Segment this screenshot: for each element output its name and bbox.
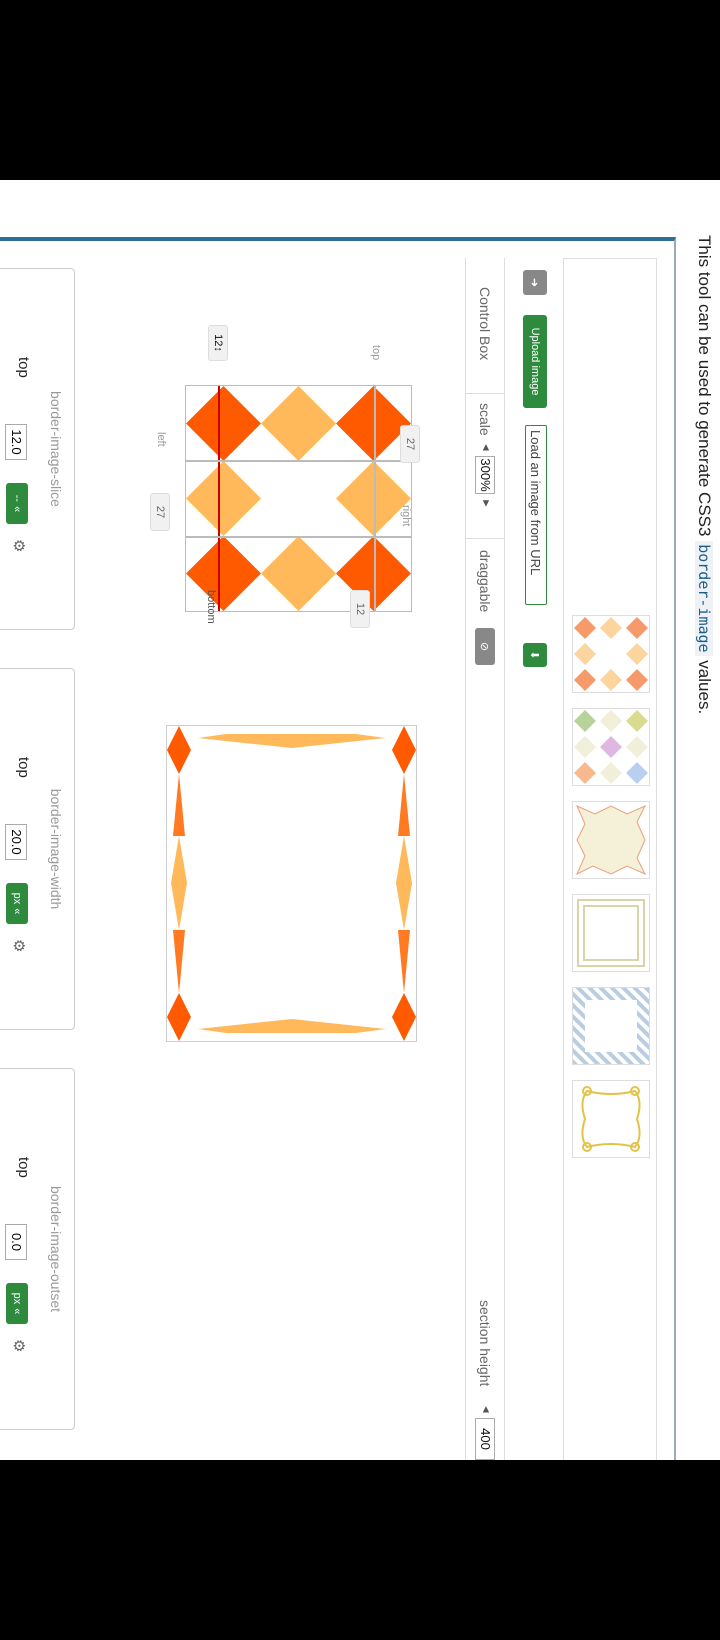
width-top-input[interactable]: 20.0 [5,824,27,860]
upload-image-label: Upload image [529,327,541,396]
input-value: 12.0 [9,429,24,455]
rotated-page: This tool can be used to generate CSS3 b… [0,180,720,1460]
input-value: 0.0 [9,1232,24,1252]
control-box-title: Control Box [477,287,493,361]
slice-right-value: 27 [154,505,166,519]
thumbnail-gold-ornate-frame[interactable] [572,1080,650,1158]
gear-icon[interactable]: ⚙ [10,1339,28,1352]
thumbnail-orange-diamonds[interactable] [572,615,650,693]
input-value: 20.0 [9,829,24,855]
scale-input[interactable]: 300% [475,456,495,494]
slice-bottom-value: 12 [212,334,224,347]
slice-line-bottom[interactable] [218,386,220,611]
unit-button[interactable]: px « [6,1283,28,1324]
slice-top-label: top [370,345,382,361]
slice-left-value: 27 [404,437,416,451]
panel-title: border-image-outset [48,1185,64,1313]
section-height-decrease-icon[interactable]: ▲ [481,1403,492,1415]
section-height-input[interactable]: 400 [475,1418,495,1460]
unit-label: px [11,892,23,905]
thumbnail-pastel-diamonds[interactable] [572,708,650,786]
intro-code: border-image [695,541,713,656]
intro-text: This tool can be used to generate CSS3 b… [694,235,714,714]
scale-label: scale [477,403,493,436]
slice-line-left[interactable] [186,460,411,462]
slice-top-input[interactable]: 12.0 [5,424,27,460]
gear-icon[interactable]: ⚙ [10,539,28,552]
slice-line-right[interactable] [186,536,411,538]
border-image-outset-panel: border-image-outset top 0.0 px « ⚙ [0,1068,75,1430]
slice-right-tag: 27 [150,493,170,531]
scale-increase-icon[interactable]: ▼ [481,497,492,509]
border-image-width-panel: border-image-width top 20.0 px « ⚙ [0,668,75,1030]
slice-editor-image[interactable] [185,385,412,612]
border-image-preview [166,725,417,1042]
divider [466,538,504,539]
section-height-label: section height [477,1300,493,1387]
thumbnail-blue-stripes[interactable] [572,987,650,1065]
url-placeholder: Load an image from URL [528,430,543,576]
divider [466,393,504,394]
slice-left-label: left [155,432,167,447]
slice-right-label: right [400,505,412,527]
chevrons-left-icon: « [11,506,23,513]
unit-label: -- [11,494,23,503]
chevrons-left-icon: « [11,908,23,915]
side-label: top [15,1157,32,1178]
ban-icon: ⊘ [478,641,491,652]
gear-icon[interactable]: ⚙ [10,939,28,952]
arrow-down-icon: ⬇ [528,650,541,660]
thumbnail-double-frame[interactable] [572,894,650,972]
unit-label: px [11,1292,23,1305]
unit-button[interactable]: -- « [6,483,28,524]
intro-before: This tool can be used to generate CSS3 [695,235,714,542]
image-url-input[interactable]: Load an image from URL [525,425,547,605]
scale-value: 300% [478,458,493,492]
screen: This tool can be used to generate CSS3 b… [0,180,720,1460]
slice-top-value: 12 [354,602,366,616]
section-height-value: 400 [478,1428,493,1450]
thumbnail-cream-star[interactable] [572,801,650,879]
panel-title: border-image-slice [48,391,64,507]
upload-arrow-button[interactable]: ➜ [523,270,547,295]
side-label: top [15,757,32,778]
unit-button[interactable]: px « [6,883,28,924]
side-label: top [15,357,32,378]
border-image-slice-panel: border-image-slice top 12.0 -- « ⚙ [0,268,75,630]
slice-bottom-label: bottom [205,590,217,624]
thumbnail-strip [563,258,657,1460]
load-url-button[interactable]: ⬇ [523,643,547,667]
slice-bottom-tag[interactable]: 12↕ [208,325,228,361]
draggable-label: draggable [477,550,493,613]
slice-line-top[interactable] [374,386,376,611]
chevrons-left-icon: « [11,1308,23,1315]
upload-image-button[interactable]: Upload image [523,315,547,408]
slice-left-tag: 27 [400,425,420,463]
outset-top-input[interactable]: 0.0 [5,1224,27,1260]
draggable-toggle[interactable]: ⊘ [475,628,495,665]
intro-after: values. [695,655,714,715]
arrow-right-icon: ➜ [528,277,541,288]
panel-title: border-image-width [48,788,64,910]
slice-top-tag: 12 [350,590,370,628]
control-box-row: Control Box scale ▲ 300% ▼ draggable ⊘ s… [465,258,505,1460]
scale-decrease-icon[interactable]: ▲ [481,441,492,453]
